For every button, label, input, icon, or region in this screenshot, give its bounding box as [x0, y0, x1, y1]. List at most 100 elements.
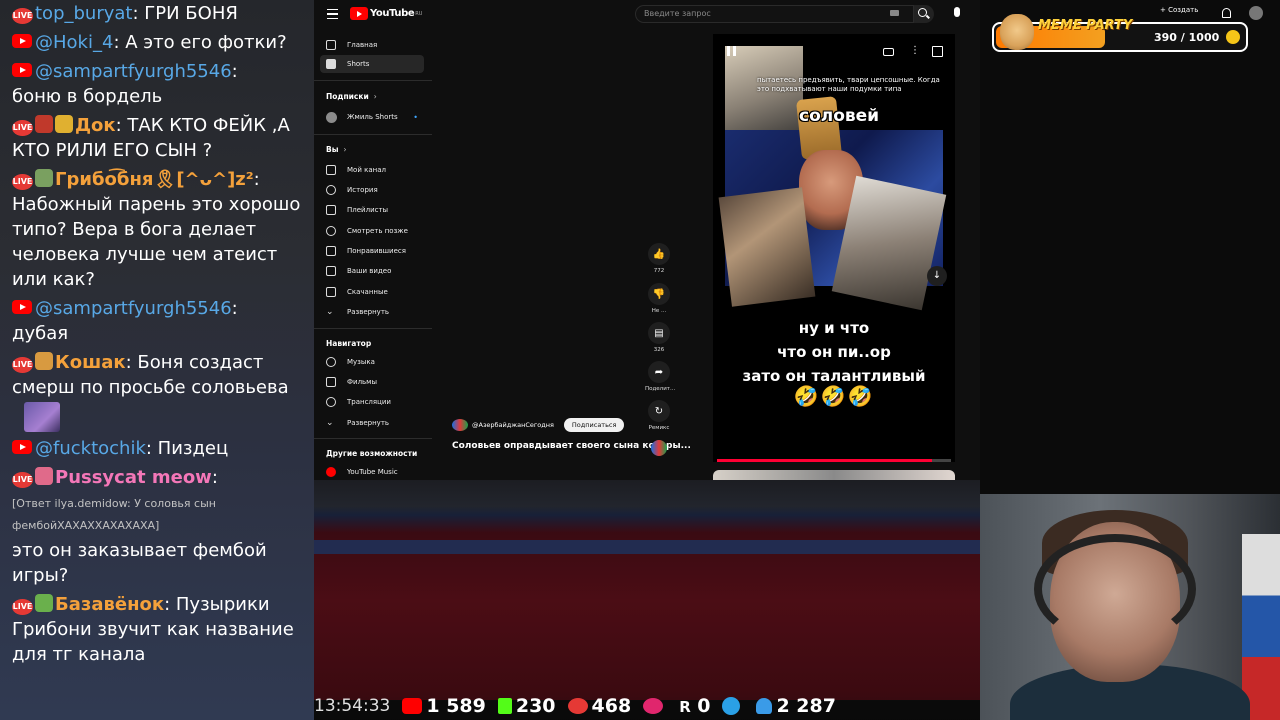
user-icon	[756, 698, 773, 714]
live-badge-icon: LIVE	[12, 472, 33, 488]
remix-icon: ↻	[648, 400, 670, 422]
sidebar-item-shorts[interactable]: Shorts	[320, 55, 424, 73]
stream-stripe	[314, 540, 980, 554]
sidebar-item-expand-nav[interactable]: ⌄ Развернуть	[320, 414, 424, 432]
kick-viewers: 230	[515, 695, 556, 717]
more-icon[interactable]: ⋮	[910, 46, 920, 57]
other-header: Другие возможности	[326, 449, 418, 458]
chat-nick: @Hoki_4	[35, 32, 114, 53]
telegram-icon	[722, 697, 741, 715]
sidebar-item-home[interactable]: Главная	[320, 36, 424, 54]
sticker-image	[24, 402, 60, 432]
progress-bar[interactable]	[717, 459, 951, 462]
vk-video-icon	[643, 698, 664, 714]
stream-clock: 13:54:33	[314, 696, 391, 716]
chat-text: ГРИ БОНЯ	[144, 3, 238, 24]
chat-text: Пиздец	[157, 438, 229, 459]
live-badge-icon: LIVE	[12, 174, 33, 190]
sidebar-item-watch-later[interactable]: Смотреть позже	[320, 222, 424, 240]
thumbs-down-icon: 👎	[648, 283, 670, 305]
youtube-badge-icon	[12, 34, 32, 48]
chat-message: @sampartfyurgh5546: дубая	[12, 298, 238, 344]
keyboard-icon[interactable]	[890, 10, 899, 16]
sidebar-item-live[interactable]: Трансляции	[320, 393, 424, 411]
avatar[interactable]	[1249, 6, 1263, 20]
sidebar-item-my-channel[interactable]: Мой канал	[320, 161, 424, 179]
chat-message: LIVE top_buryat: ГРИ БОНЯ	[12, 3, 238, 24]
pause-icon[interactable]	[727, 46, 736, 56]
menu-icon[interactable]	[327, 9, 338, 19]
home-icon	[326, 40, 336, 50]
download-icon	[326, 287, 336, 297]
watch-later-icon	[326, 226, 336, 236]
you-header[interactable]: Вы ›	[326, 145, 347, 154]
flag-image	[1242, 534, 1280, 720]
fullscreen-icon[interactable]	[932, 46, 943, 57]
create-button[interactable]: + Создать	[1160, 6, 1198, 14]
share-action[interactable]: ➦ Поделит...	[645, 361, 675, 392]
sidebar-item-music[interactable]: Музыка	[320, 353, 424, 371]
doge-icon	[1000, 14, 1034, 50]
film-icon	[326, 377, 336, 387]
channel-avatar[interactable]	[452, 419, 468, 431]
share-icon: ➦	[648, 361, 670, 383]
mic-icon[interactable]	[954, 7, 960, 17]
chevron-down-icon: ⌄	[326, 418, 334, 428]
youtube-badge-icon	[12, 300, 32, 314]
dislike-action[interactable]: 👎 Не ...	[645, 283, 673, 314]
webcam-feed	[980, 494, 1280, 720]
comments-action[interactable]: ▤ 326	[645, 322, 673, 353]
youtube-logo-icon	[350, 7, 368, 20]
sidebar-item-youtube-music[interactable]: YouTube Music	[320, 463, 424, 481]
shorts-player[interactable]: пытаетесь предъявить, твари цепсошные. К…	[713, 34, 955, 462]
remix-action[interactable]: ↻ Ремикс	[645, 400, 673, 431]
youtube-logo[interactable]: YouTube RU	[350, 7, 422, 20]
history-icon	[326, 185, 336, 195]
sidebar-item-history[interactable]: История	[320, 181, 424, 199]
subscriptions-header[interactable]: Подписки ›	[326, 92, 377, 101]
thumbs-up-icon: 👍	[648, 243, 670, 265]
live-badge-icon: LIVE	[12, 8, 33, 24]
sidebar-item-channel[interactable]: Жмиль Shorts •	[320, 108, 424, 126]
shorts-icon	[326, 59, 336, 69]
new-dot-icon: •	[413, 112, 418, 122]
bell-icon[interactable]	[1222, 8, 1231, 18]
sidebar-item-downloads[interactable]: Скачанные	[320, 283, 424, 301]
chat-nick: Грибо͡бня🎗[^ᴗ^]z²	[55, 169, 254, 190]
sidebar-item-liked[interactable]: Понравившиеся	[320, 242, 424, 260]
music-icon	[326, 357, 336, 367]
channel-name[interactable]: @АзербайджанСегодня	[472, 421, 554, 429]
chat-nick: Базавёнок	[55, 594, 165, 615]
divider	[314, 80, 432, 81]
sidebar-item-playlists[interactable]: Плейлисты	[320, 201, 424, 219]
sidebar-item-expand[interactable]: ⌄ Развернуть	[320, 303, 424, 321]
sidebar-item-your-videos[interactable]: Ваши видео	[320, 262, 424, 280]
chat-message: LIVE Базавёнок: Пузырики Грибони звучит к…	[12, 594, 294, 665]
like-action[interactable]: 👍 772	[645, 243, 673, 274]
comments-icon: ▤	[648, 322, 670, 344]
chat-text: боню в бордель	[12, 86, 163, 107]
search-input[interactable]: Введите запрос	[635, 5, 914, 23]
live-viewers: 468	[591, 695, 632, 717]
next-video-button[interactable]: ↓	[927, 266, 947, 286]
total-viewers: 2 287	[776, 695, 836, 717]
chat-nick: top_buryat	[35, 3, 133, 24]
sidebar-item-films[interactable]: Фильмы	[320, 373, 424, 391]
next-short-preview[interactable]	[713, 470, 955, 480]
youtube-sidebar: Главная Shorts Подписки › Жмиль Shorts • В…	[314, 28, 432, 480]
meme-title: MEME PARTY	[1038, 18, 1133, 33]
frog-emote-icon	[35, 169, 53, 187]
live-badge-icon: LIVE	[12, 120, 33, 136]
meme-count: 390 / 1000	[1154, 31, 1220, 44]
chat-nick: Док	[75, 115, 116, 136]
chat-nick: @fucktochik	[35, 438, 146, 459]
like-icon	[326, 246, 336, 256]
channel-thumb-action[interactable]	[645, 440, 673, 456]
captions-icon[interactable]	[883, 48, 894, 56]
subscribe-button[interactable]: Подписаться	[563, 418, 625, 432]
wine-emote-icon	[35, 115, 53, 133]
reply-quote: [Ответ ilya.demidow: У соловья сын фембой…	[12, 497, 216, 532]
chat-nick: Pussycat meow	[55, 467, 212, 488]
youtube-icon	[402, 698, 423, 714]
rutube-icon: R	[679, 698, 691, 716]
